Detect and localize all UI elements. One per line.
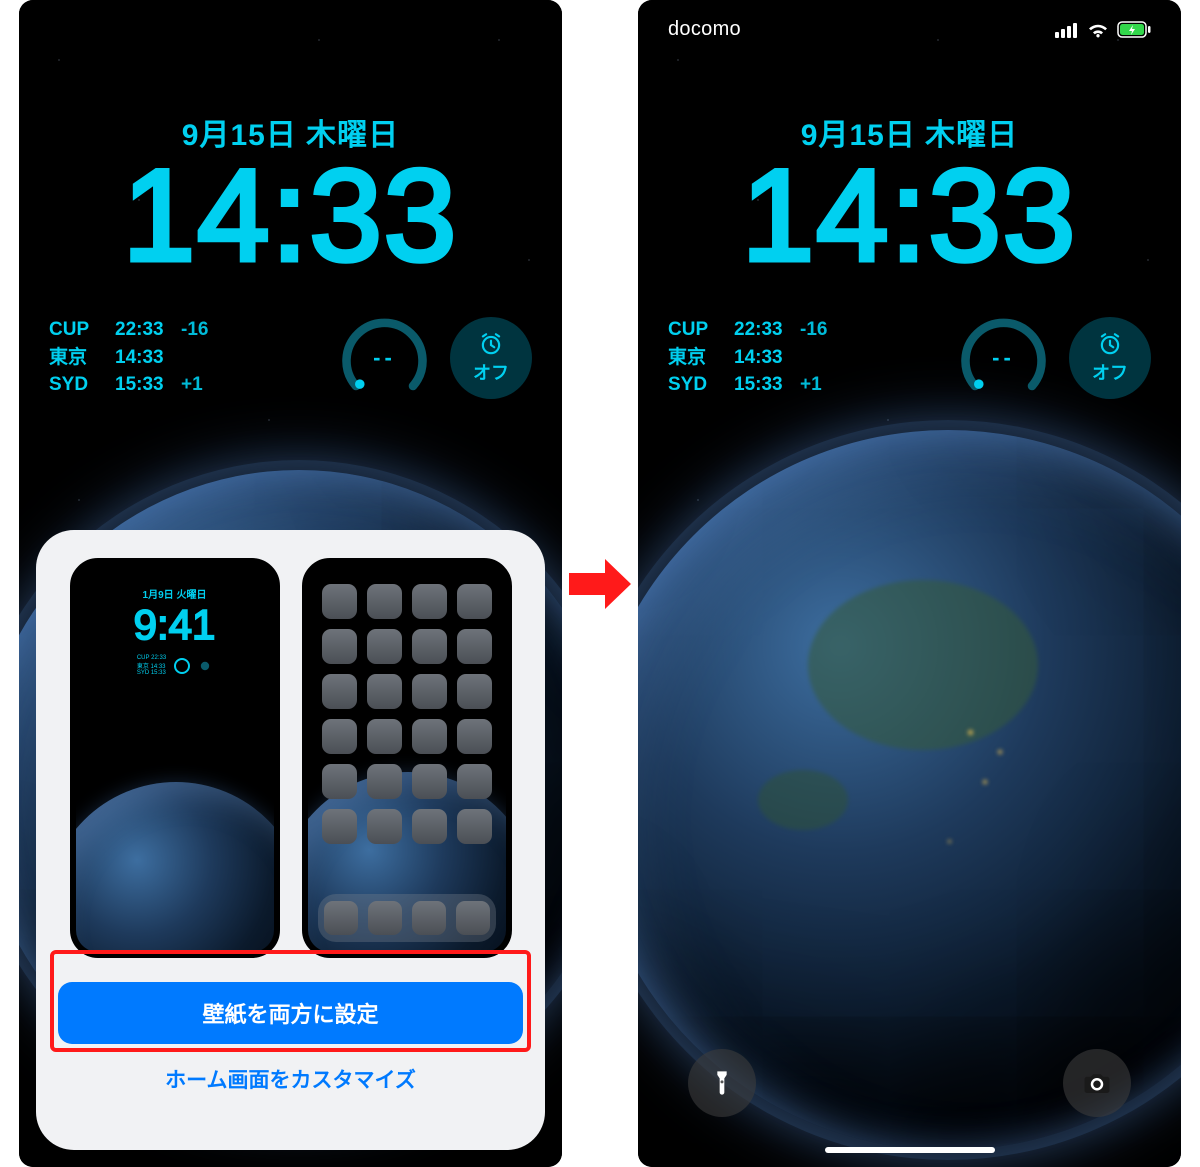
set-wallpaper-sheet: 1月9日 火曜日 9:41 CUP 22:33東京 14:33SYD 15:33 [36,530,545,1150]
alarm-widget[interactable]: オフ [450,317,532,399]
homescreen-preview-thumbnail[interactable] [302,558,512,958]
alarm-widget[interactable]: オフ [1069,317,1151,399]
customize-home-screen-link[interactable]: ホーム画面をカスタマイズ [165,1064,416,1094]
world-clock-widget[interactable]: CUP22:33-16 東京14:33 SYD15:33+1 [49,316,233,399]
alarm-clock-icon [478,331,504,357]
wallpaper-preview-pair: 1月9日 火曜日 9:41 CUP 22:33東京 14:33SYD 15:33 [70,558,512,958]
status-bar: docomo [638,18,1181,41]
camera-button[interactable] [1063,1049,1131,1117]
circular-gauge-widget[interactable]: -- [956,310,1051,405]
arrow-right-icon [565,549,635,619]
lockscreen-clock: 14:33 [638,150,1181,280]
set-as-wallpaper-pair-button[interactable]: 壁紙を両方に設定 [58,982,523,1044]
phone-right-lockscreen: docomo 9月15日 木曜日 14:33 [638,0,1181,1167]
camera-icon [1082,1068,1112,1098]
circular-gauge-widget[interactable]: -- [337,310,432,405]
lockscreen-widgets-row: CUP22:33-16 東京14:33 SYD15:33+1 -- オフ [49,310,532,405]
earth-illustration [638,430,1181,1150]
world-clock-widget[interactable]: CUP22:33-16 東京14:33 SYD15:33+1 [668,316,852,399]
home-indicator[interactable] [825,1147,995,1153]
flashlight-button[interactable] [688,1049,756,1117]
carrier-label: docomo [668,18,741,41]
mini-alarm-icon [198,659,212,673]
lockscreen-preview-thumbnail[interactable]: 1月9日 火曜日 9:41 CUP 22:33東京 14:33SYD 15:33 [70,558,280,958]
flashlight-icon [708,1069,736,1097]
cellular-signal-icon [1055,22,1079,38]
alarm-clock-icon [1097,331,1123,357]
mini-gauge-icon [172,656,192,676]
battery-charging-icon [1117,21,1151,38]
wifi-icon [1087,22,1109,38]
lockscreen-widgets-row: CUP22:33-16 東京14:33 SYD15:33+1 -- オフ [668,310,1151,405]
lockscreen-clock: 14:33 [19,150,562,280]
phone-left-wallpaper-editor: 9月15日 木曜日 14:33 CUP22:33-16 東京14:33 SYD1… [19,0,562,1167]
